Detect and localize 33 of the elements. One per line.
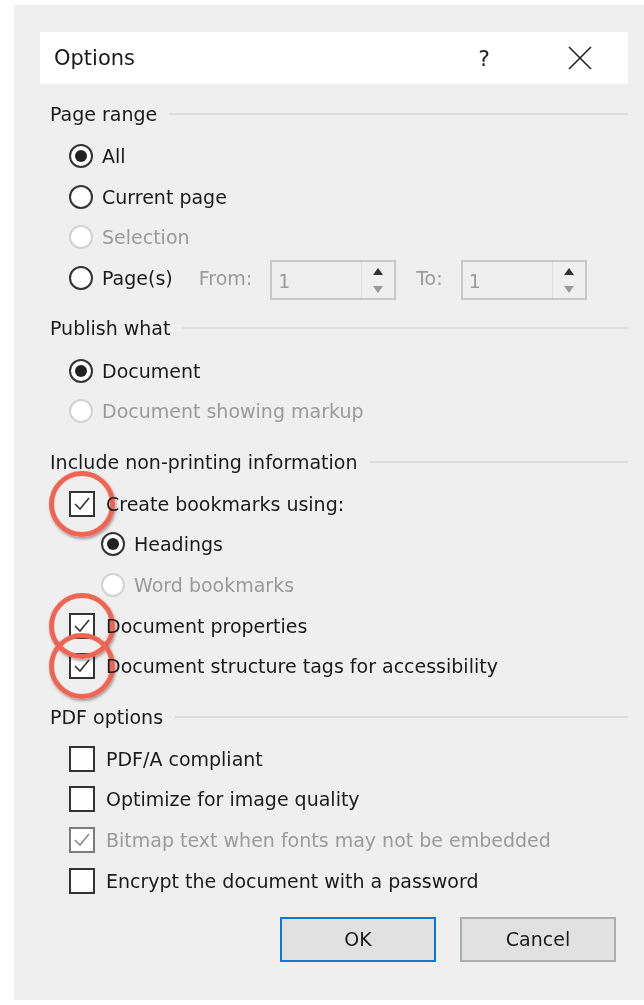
- radio-button[interactable]: [69, 266, 93, 291]
- option-label: Document showing markup: [102, 400, 364, 423]
- option-label: PDF/A compliant: [106, 747, 263, 770]
- checkbox[interactable]: [69, 867, 95, 894]
- checkbox[interactable]: [69, 786, 95, 813]
- close-icon[interactable]: [568, 46, 592, 70]
- radio-button[interactable]: [69, 358, 93, 383]
- cancel-button[interactable]: Cancel: [460, 916, 616, 962]
- section-heading: Include non-printing information: [50, 450, 358, 473]
- option-label: Page(s): [102, 267, 173, 290]
- from-label: From:: [198, 267, 253, 290]
- ok-button[interactable]: OK: [280, 916, 436, 962]
- option-label: Word bookmarks: [134, 574, 295, 597]
- checkbox[interactable]: [69, 745, 95, 772]
- radio-button[interactable]: [101, 532, 125, 557]
- option-label: Bitmap text when fonts may not be embedded: [106, 829, 551, 851]
- radio-button[interactable]: [69, 184, 93, 209]
- option-label: Encrypt the document with a password: [106, 869, 479, 892]
- option-label: Document: [102, 359, 201, 382]
- option-label: Headings: [134, 533, 223, 556]
- checkbox[interactable]: [69, 490, 95, 517]
- help-button[interactable]: ?: [478, 45, 490, 71]
- option-label: Optimize for image quality: [106, 788, 360, 811]
- option-label: Selection: [102, 226, 190, 249]
- up-arrow-icon[interactable]: [563, 267, 574, 275]
- section-heading: Page range: [50, 103, 158, 125]
- option-label: Current page: [102, 185, 227, 208]
- section-heading: Publish what: [50, 317, 171, 340]
- to-label: To:: [416, 267, 443, 290]
- section-heading: PDF options: [50, 705, 164, 728]
- window-title: Options: [54, 46, 137, 70]
- option-label: All: [102, 145, 126, 168]
- radio-button[interactable]: [69, 144, 93, 169]
